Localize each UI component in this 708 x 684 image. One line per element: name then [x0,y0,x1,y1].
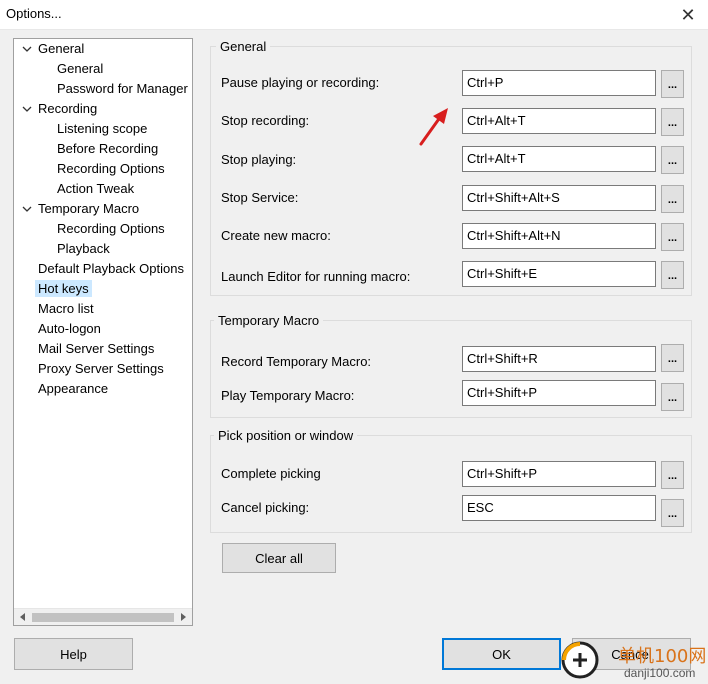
pick-position-group-title: Pick position or window [214,428,358,443]
general-group-title: General [216,39,271,54]
tree-item-auto-logon[interactable]: Auto-logon [38,319,101,339]
tree-item-appearance[interactable]: Appearance [38,379,108,399]
tree-item-label: Default Playback Options [38,261,184,276]
play-temp-macro-label: Play Temporary Macro: [221,388,355,403]
tree-item-before-recording[interactable]: Before Recording [57,139,158,159]
stop-service-browse-button[interactable]: ... [661,185,684,213]
tree-item-listening-scope[interactable]: Listening scope [57,119,147,139]
tree-item-label: General [38,41,85,56]
create-new-macro-label: Create new macro: [221,228,331,243]
tree-item-label: Before Recording [57,141,159,156]
launch-editor-hotkey-input[interactable]: Ctrl+Shift+E [462,261,656,287]
chevron-down-icon[interactable] [19,39,35,59]
tree-item-macro-list[interactable]: Macro list [38,299,94,319]
chevron-down-icon[interactable] [19,199,35,219]
tree-item-general-general[interactable]: General [57,59,103,79]
temporary-macro-group-title: Temporary Macro [214,313,324,328]
tree-item-recording-options[interactable]: Recording Options [57,159,165,179]
record-temp-macro-hotkey-input[interactable]: Ctrl+Shift+R [462,346,656,372]
complete-picking-label: Complete picking [221,466,321,481]
tree-item-label: Mail Server Settings [38,341,155,356]
stop-playing-browse-button[interactable]: ... [661,146,684,174]
cancel-picking-browse-button[interactable]: ... [661,499,684,527]
create-new-macro-browse-button[interactable]: ... [661,223,684,251]
complete-picking-hotkey-input[interactable]: Ctrl+Shift+P [462,461,656,487]
stop-playing-label: Stop playing: [221,152,297,167]
scroll-left-icon[interactable] [18,612,28,622]
play-temp-macro-hotkey-input[interactable]: Ctrl+Shift+P [462,380,656,406]
pause-label: Pause playing or recording: [221,75,380,90]
record-temp-macro-browse-button[interactable]: ... [661,344,684,372]
launch-editor-browse-button[interactable]: ... [661,261,684,289]
tree-item-label: Password for Manager [57,81,188,96]
scrollbar-thumb[interactable] [32,613,174,622]
tree-item-label: Playback [57,241,110,256]
tree-item-hot-keys[interactable]: Hot keys [35,279,92,299]
tree-item-mail-server-settings[interactable]: Mail Server Settings [38,339,154,359]
tree-item-action-tweak[interactable]: Action Tweak [57,179,134,199]
tree-item-proxy-server-settings[interactable]: Proxy Server Settings [38,359,164,379]
options-tree[interactable]: General General Password for Manager Rec… [13,38,193,626]
clear-all-button[interactable]: Clear all [222,543,336,573]
tree-item-label: General [57,61,104,76]
tree-item-label: Appearance [38,381,109,396]
stop-service-label: Stop Service: [221,190,299,205]
tree-item-label: Listening scope [57,121,148,136]
complete-picking-browse-button[interactable]: ... [661,461,684,489]
launch-editor-label: Launch Editor for running macro: [221,269,411,284]
tree-item-label: Proxy Server Settings [38,361,164,376]
tree-item-label: Hot keys [35,280,92,297]
annotation-arrow-icon [419,108,448,146]
tree-item-temporary-macro[interactable]: Temporary Macro [22,199,140,219]
close-icon[interactable]: ✕ [668,0,708,30]
tree-item-default-playback-options[interactable]: Default Playback Options [38,259,184,279]
ok-button[interactable]: OK [442,638,561,670]
watermark: 单机100网 danji100.com [560,636,708,684]
stop-service-hotkey-input[interactable]: Ctrl+Shift+Alt+S [462,185,656,211]
tree-item-label: Temporary Macro [38,201,140,216]
window-title: Options... [6,6,62,21]
watermark-url: danji100.com [624,666,696,680]
tree-item-label: Recording [38,101,98,116]
tree-item-label: Macro list [38,301,94,316]
tree-item-recording[interactable]: Recording [22,99,98,119]
watermark-text: 单机100网 [618,646,707,667]
pause-hotkey-input[interactable]: Ctrl+P [462,70,656,96]
pause-browse-button[interactable]: ... [661,70,684,98]
tree-item-temp-recording-options[interactable]: Recording Options [57,219,165,239]
tree-item-label: Action Tweak [57,181,135,196]
watermark-logo-icon [561,641,599,679]
tree-item-playback[interactable]: Playback [57,239,110,259]
tree-item-general[interactable]: General [22,39,85,59]
tree-item-password-for-manager[interactable]: Password for Manager [57,79,188,99]
stop-recording-label: Stop recording: [221,113,310,128]
tree-item-label: Recording Options [57,161,165,176]
cancel-picking-label: Cancel picking: [221,500,310,515]
tree-item-label: Recording Options [57,221,165,236]
tree-item-label: Auto-logon [38,321,101,336]
create-new-macro-hotkey-input[interactable]: Ctrl+Shift+Alt+N [462,223,656,249]
title-bar: Options... ✕ [0,0,708,30]
stop-recording-hotkey-input[interactable]: Ctrl+Alt+T [462,108,656,134]
chevron-down-icon[interactable] [19,99,35,119]
help-button[interactable]: Help [14,638,133,670]
horizontal-scrollbar[interactable] [14,608,192,625]
cancel-picking-hotkey-input[interactable]: ESC [462,495,656,521]
stop-playing-hotkey-input[interactable]: Ctrl+Alt+T [462,146,656,172]
stop-recording-browse-button[interactable]: ... [661,108,684,136]
record-temp-macro-label: Record Temporary Macro: [221,354,372,369]
scroll-right-icon[interactable] [178,612,188,622]
play-temp-macro-browse-button[interactable]: ... [661,383,684,411]
